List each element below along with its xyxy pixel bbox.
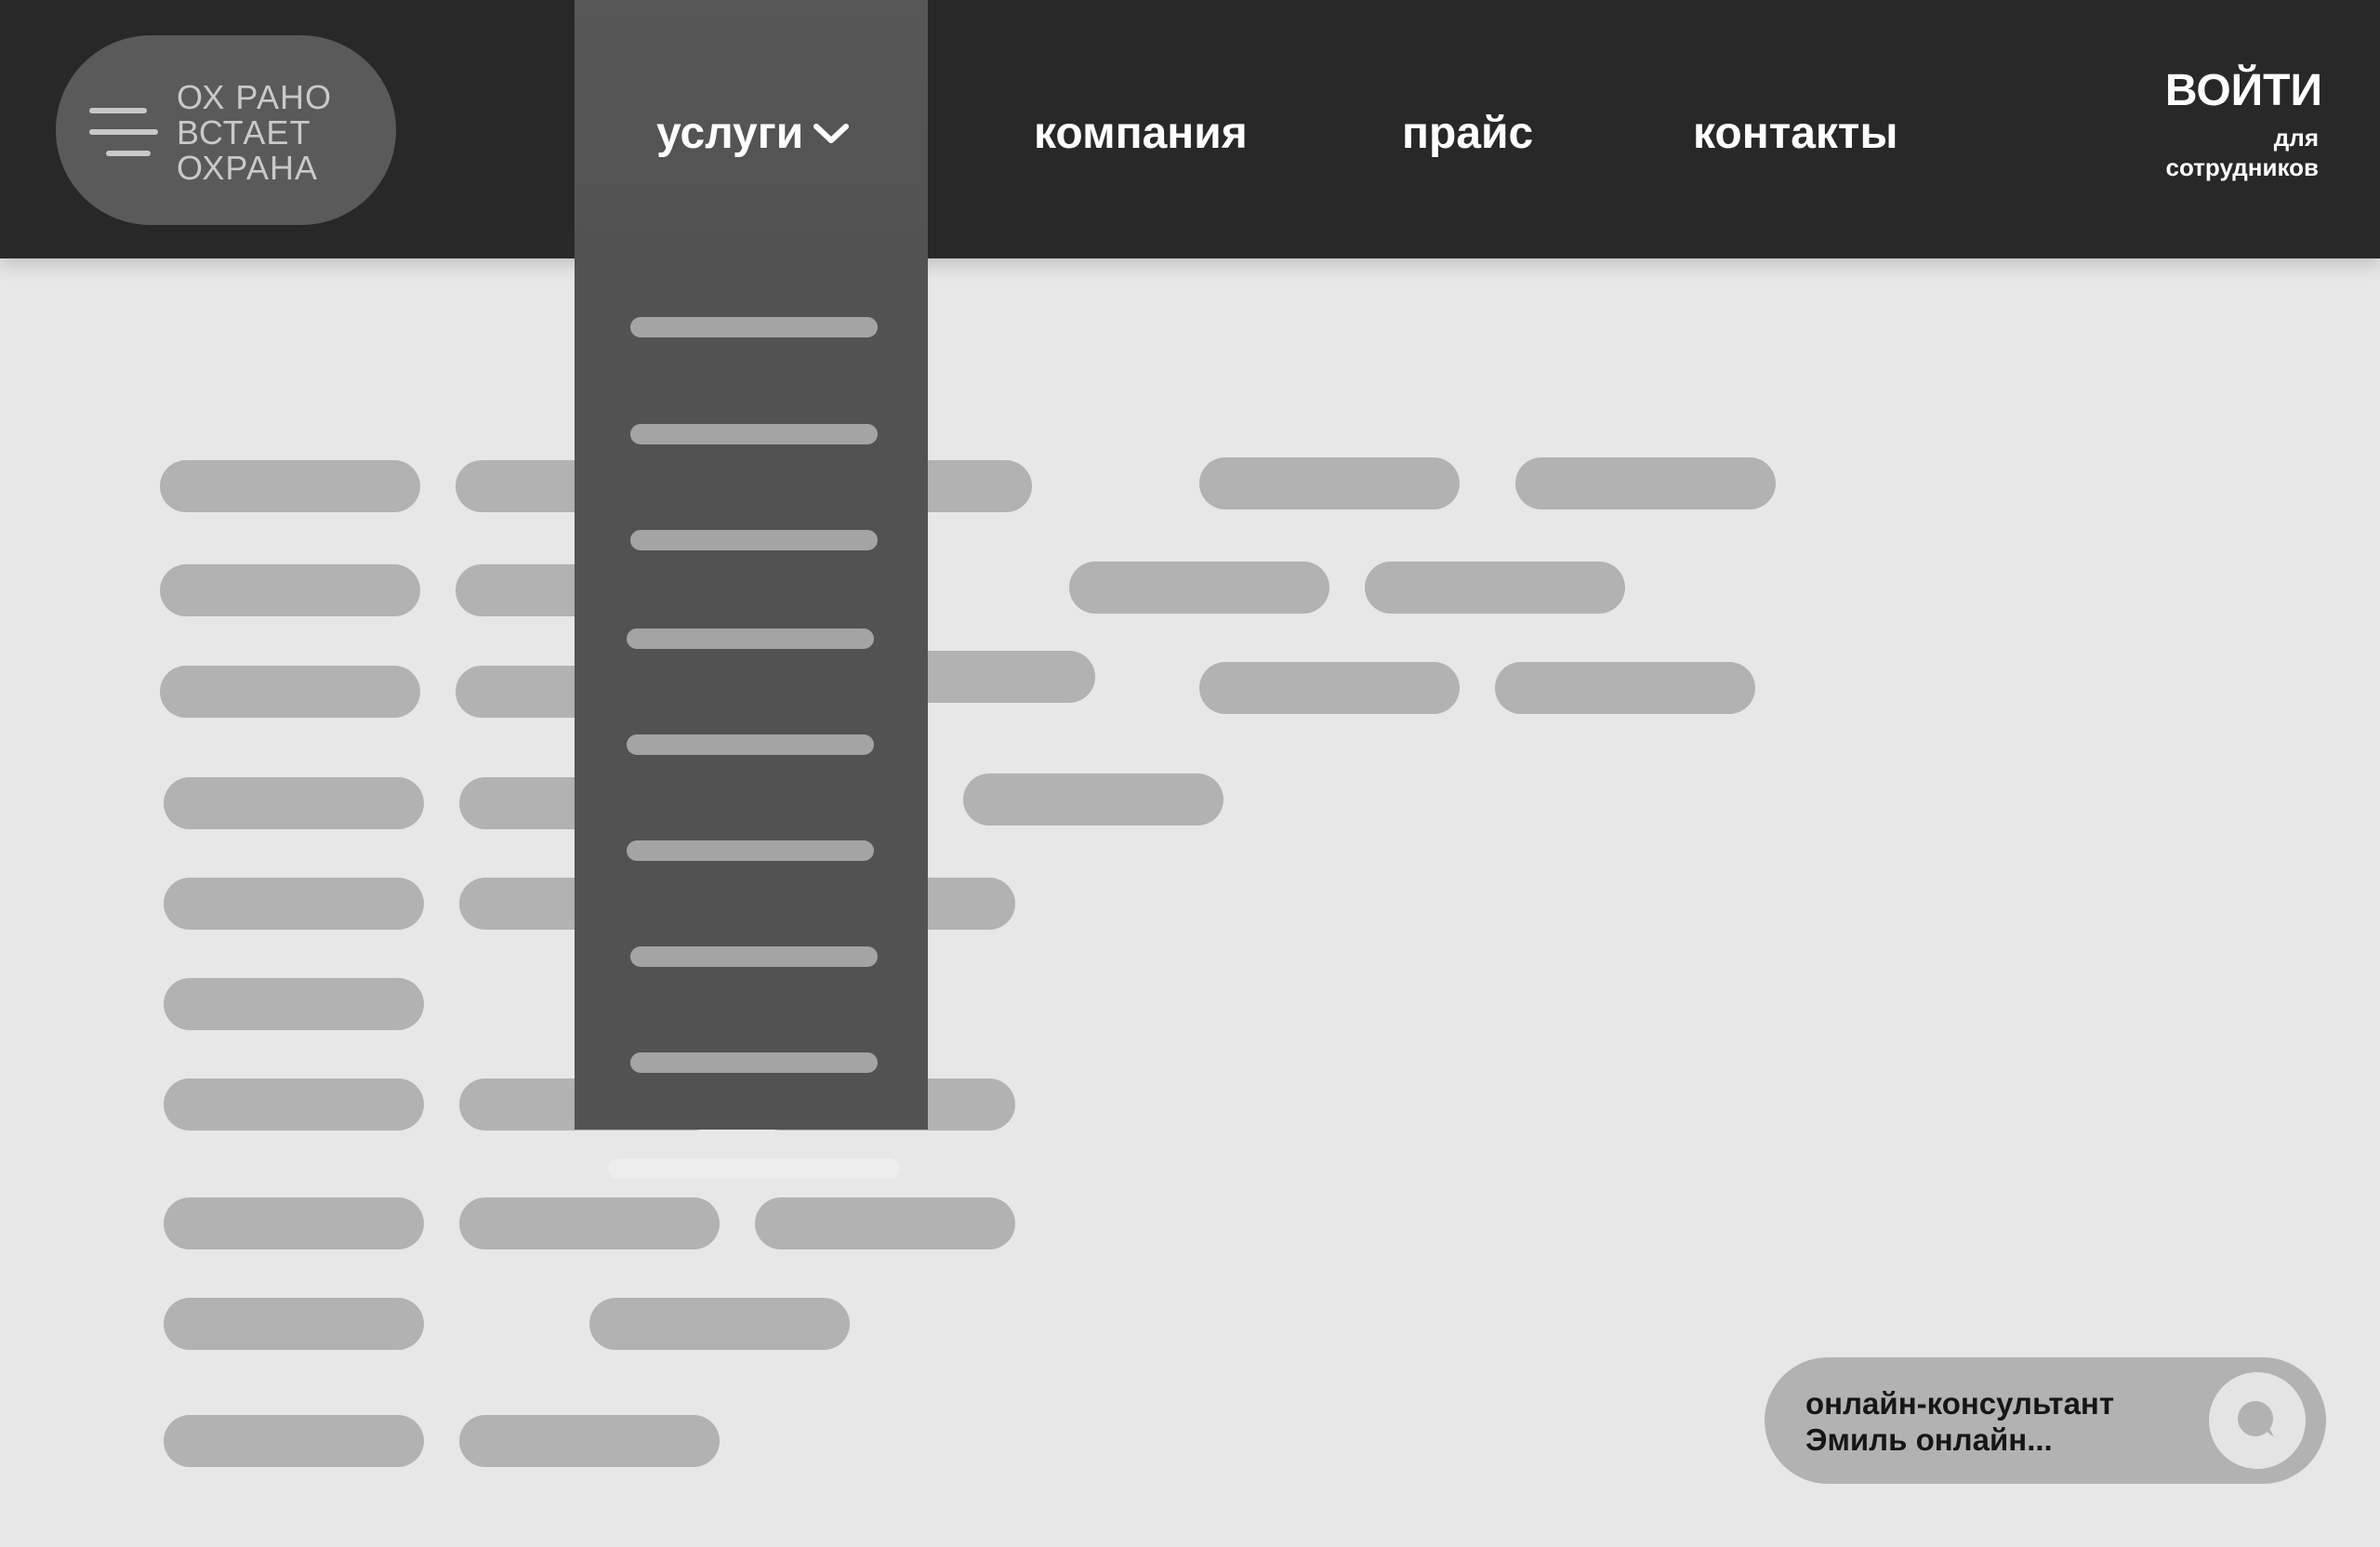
top-navigation-bar: ОХ РАНО ВСТАЕТ ОХРАНА компания прайс кон… bbox=[0, 0, 2380, 258]
menu-icon bbox=[89, 108, 158, 156]
content-placeholder bbox=[755, 1197, 1015, 1250]
content-placeholder bbox=[459, 1415, 720, 1467]
content-placeholder bbox=[164, 1197, 424, 1250]
login-subtitle-line: сотрудников bbox=[2165, 153, 2319, 181]
content-placeholder bbox=[1495, 662, 1755, 714]
chat-bubble-glyph bbox=[2238, 1401, 2274, 1437]
dropdown-item[interactable] bbox=[630, 317, 878, 337]
login-subtitle-line: для bbox=[2273, 124, 2319, 152]
content-placeholder bbox=[1199, 662, 1460, 714]
chevron-down-icon bbox=[813, 124, 850, 143]
login-subtitle: для сотрудников bbox=[2077, 123, 2319, 182]
services-label: услуги bbox=[656, 109, 804, 158]
content-placeholder bbox=[164, 777, 424, 829]
content-placeholder bbox=[164, 1078, 424, 1130]
content-placeholder bbox=[160, 460, 420, 512]
dropdown-item[interactable] bbox=[630, 946, 878, 967]
chat-line: Эмиль онлайн... bbox=[1805, 1422, 2053, 1457]
content-placeholder bbox=[963, 774, 1223, 826]
content-placeholder bbox=[1365, 562, 1625, 614]
content-placeholder bbox=[164, 878, 424, 930]
nav-link-company[interactable]: компания bbox=[1034, 104, 1248, 164]
dropdown-item[interactable] bbox=[627, 628, 874, 649]
content-placeholder bbox=[1069, 562, 1329, 614]
logo-menu-button[interactable]: ОХ РАНО ВСТАЕТ ОХРАНА bbox=[56, 35, 396, 225]
content-placeholder bbox=[1515, 457, 1776, 509]
content-placeholder bbox=[160, 564, 420, 616]
chat-line: онлайн-консультант bbox=[1805, 1386, 2115, 1421]
online-consultant-widget[interactable]: онлайн-консультант Эмиль онлайн... bbox=[1765, 1357, 2326, 1484]
nav-link-price[interactable]: прайс bbox=[1402, 104, 1533, 164]
dropdown-item[interactable] bbox=[627, 840, 874, 861]
logo-line: ОХ РАНО bbox=[177, 78, 333, 116]
services-tab[interactable]: услуги bbox=[575, 0, 928, 258]
content-placeholder bbox=[164, 978, 424, 1030]
content-placeholder bbox=[589, 1298, 850, 1350]
content-placeholder bbox=[164, 1298, 424, 1350]
logo-line: ОХРАНА bbox=[177, 149, 319, 187]
chat-text: онлайн-консультант Эмиль онлайн... bbox=[1805, 1385, 2114, 1458]
logo-line: ВСТАЕТ bbox=[177, 113, 311, 152]
content-placeholder bbox=[160, 666, 420, 718]
services-dropdown: услуги bbox=[575, 0, 928, 1130]
nav-link-services[interactable]: услуги bbox=[656, 104, 850, 164]
nav-link-contacts[interactable]: контакты bbox=[1693, 104, 1897, 164]
chat-bubble-icon[interactable] bbox=[2209, 1372, 2306, 1469]
content-placeholder bbox=[164, 1415, 424, 1467]
dropdown-item[interactable] bbox=[630, 1052, 878, 1073]
dropdown-item[interactable] bbox=[630, 424, 878, 444]
dropdown-item[interactable] bbox=[630, 530, 878, 550]
dropdown-shadow-bar bbox=[608, 1158, 900, 1179]
login-button[interactable]: ВОЙТИ bbox=[2165, 61, 2322, 121]
dropdown-item[interactable] bbox=[627, 734, 874, 755]
content-placeholder bbox=[459, 1197, 720, 1250]
content-placeholder bbox=[1199, 457, 1460, 509]
logo-text: ОХ РАНО ВСТАЕТ ОХРАНА bbox=[177, 80, 390, 186]
